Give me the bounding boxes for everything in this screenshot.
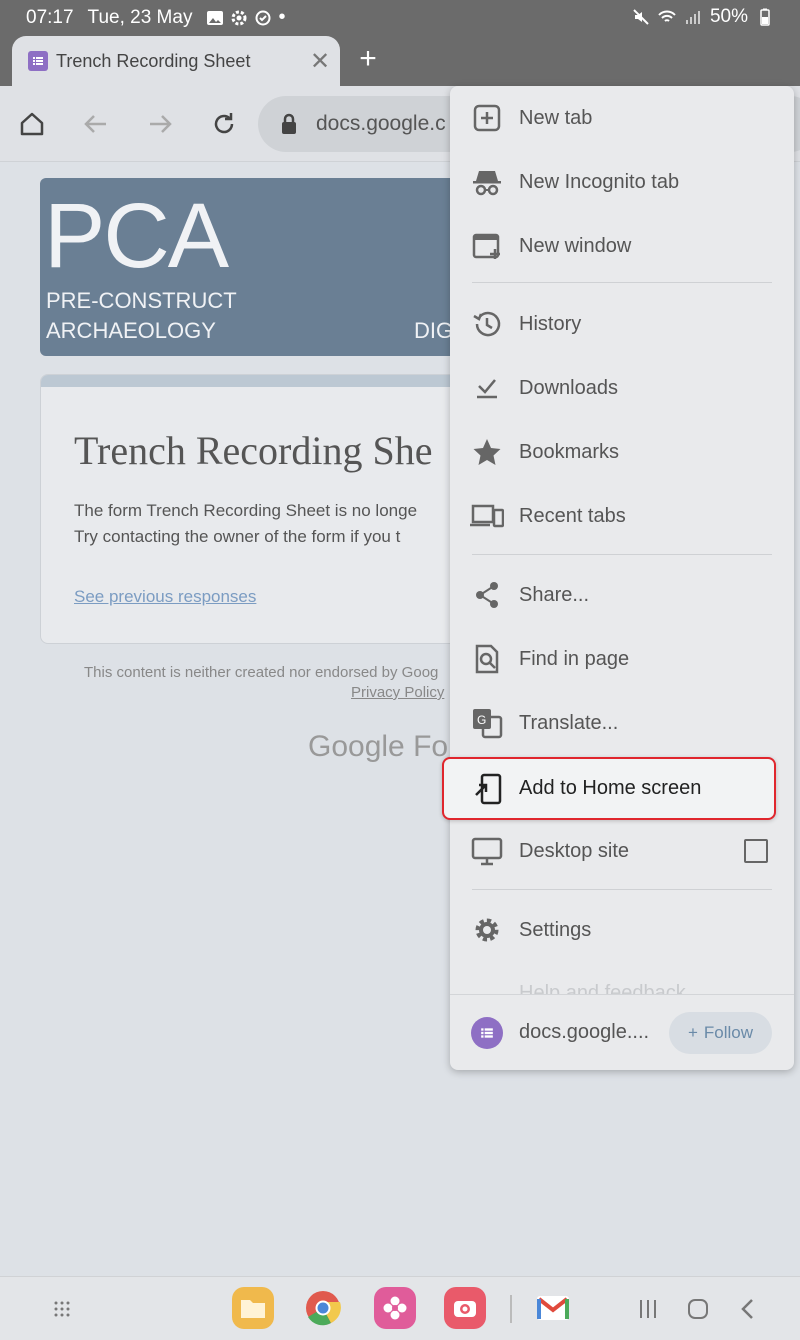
home-nav-icon[interactable]	[684, 1295, 712, 1323]
add-to-home-icon	[472, 772, 506, 806]
dot-icon: •	[278, 6, 286, 28]
menu-item-new-incognito-tab[interactable]: New Incognito tab	[450, 150, 794, 214]
tab-title: Trench Recording Sheet	[56, 50, 251, 71]
back-nav-icon[interactable]	[734, 1295, 762, 1323]
google-forms-logo: Google For	[308, 730, 459, 763]
closed-message-line2: Try contacting the owner of the form if …	[74, 527, 401, 546]
menu-footer: docs.google.... + Follow	[450, 994, 794, 1070]
menu-label: Translate...	[519, 711, 619, 734]
form-title: Trench Recording She	[74, 428, 433, 473]
signal-icon	[685, 11, 700, 24]
flower-icon[interactable]	[374, 1287, 416, 1329]
recent-apps-icon[interactable]	[634, 1295, 662, 1323]
sync-icon	[255, 10, 271, 25]
menu-divider	[472, 889, 772, 890]
menu-divider	[472, 554, 772, 555]
menu-divider	[472, 282, 772, 283]
desktop-icon	[470, 834, 504, 868]
gmail-icon[interactable]	[532, 1287, 574, 1329]
clock: 07:17	[26, 6, 74, 28]
forward-icon[interactable]	[144, 108, 176, 140]
follow-label: Follow	[703, 1023, 754, 1042]
devices-icon	[470, 499, 504, 533]
menu-label: Desktop site	[519, 839, 630, 862]
overflow-menu: New tab New Incognito tab New window His…	[450, 86, 794, 1070]
banner-line1: PRE-CONSTRUCT	[46, 288, 237, 313]
menu-item-share[interactable]: Share...	[450, 563, 794, 627]
new-tab-plus-icon[interactable]: +	[352, 44, 384, 76]
banner-right-text: DIG	[414, 318, 454, 343]
settings-icon	[231, 10, 247, 25]
menu-item-settings[interactable]: Settings	[450, 898, 794, 962]
incognito-icon	[470, 165, 504, 199]
menu-item-bookmarks[interactable]: Bookmarks	[450, 420, 794, 484]
battery-level: 50%	[709, 6, 748, 27]
banner-line2: ARCHAEOLOGY	[46, 318, 216, 343]
gallery-icon	[207, 10, 224, 25]
forms-favicon-icon	[471, 1017, 503, 1049]
translate-icon: G	[470, 706, 504, 740]
highlighted-add-to-home-screen[interactable]: Add to Home screen	[442, 757, 776, 820]
system-nav-bar	[0, 1276, 800, 1340]
back-icon[interactable]	[80, 108, 112, 140]
desktop-site-checkbox[interactable]	[744, 839, 768, 863]
home-icon[interactable]	[16, 108, 48, 140]
follow-button[interactable]: + Follow	[669, 1012, 772, 1054]
close-tab-icon[interactable]: ✕	[300, 47, 340, 76]
menu-item-desktop-site[interactable]: Desktop site	[450, 819, 794, 883]
menu-item-history[interactable]: History	[450, 292, 794, 356]
menu-item-new-window[interactable]: New window	[450, 214, 794, 278]
menu-item-find-in-page[interactable]: Find in page	[450, 627, 794, 691]
plus-icon: +	[687, 1023, 698, 1042]
menu-label: Share...	[519, 583, 590, 606]
menu-label: History	[519, 312, 582, 335]
star-icon	[470, 435, 504, 469]
date: Tue, 23 May	[87, 6, 193, 28]
share-icon	[470, 578, 504, 612]
forms-favicon-icon	[28, 51, 48, 71]
downloads-icon	[470, 371, 504, 405]
app-drawer-icon[interactable]	[48, 1295, 76, 1323]
camera-icon[interactable]	[444, 1287, 486, 1329]
menu-label: New Incognito tab	[519, 170, 680, 193]
new-window-icon	[470, 229, 504, 263]
closed-message-line1: The form Trench Recording Sheet is no lo…	[74, 501, 418, 520]
status-bar: 07:17 Tue, 23 May • 50%	[0, 0, 800, 34]
disclaimer-text: This content is neither created nor endo…	[84, 664, 439, 681]
menu-label: Bookmarks	[519, 440, 620, 463]
menu-item-downloads[interactable]: Downloads	[450, 356, 794, 420]
gear-icon	[470, 913, 504, 947]
battery-icon	[760, 8, 770, 26]
tab-trench-recording-sheet[interactable]: Trench Recording Sheet ✕	[12, 36, 340, 86]
history-icon	[470, 307, 504, 341]
reload-icon[interactable]	[208, 108, 240, 140]
menu-item-recent-tabs[interactable]: Recent tabs	[450, 484, 794, 548]
tab-strip: Trench Recording Sheet ✕ +	[0, 34, 800, 86]
svg-text:G: G	[477, 713, 486, 727]
menu-label: Downloads	[519, 376, 618, 399]
new-tab-icon	[470, 101, 504, 135]
menu-label: Settings	[519, 918, 592, 941]
lock-icon	[282, 113, 296, 134]
see-previous-responses-link[interactable]: See previous responses	[74, 587, 256, 607]
chrome-icon[interactable]	[302, 1287, 344, 1329]
menu-item-new-tab[interactable]: New tab	[450, 86, 794, 150]
menu-item-translate[interactable]: G Translate...	[450, 691, 794, 755]
banner-logo: PCA	[44, 185, 229, 287]
menu-label: New window	[519, 234, 632, 257]
privacy-policy-link[interactable]: Privacy Policy	[351, 684, 444, 701]
files-icon[interactable]	[232, 1287, 274, 1329]
find-icon	[470, 642, 504, 676]
dock-divider	[510, 1295, 512, 1323]
url-text: docs.google.c	[316, 112, 446, 135]
menu-label: Find in page	[519, 647, 630, 670]
menu-label: Recent tabs	[519, 504, 626, 527]
mute-icon	[633, 9, 649, 25]
menu-item-help-faded: Help and feedback	[519, 982, 686, 994]
wifi-icon	[658, 10, 676, 22]
menu-label: Add to Home screen	[519, 777, 702, 799]
menu-label: New tab	[519, 106, 593, 129]
footer-site-name: docs.google....	[519, 1021, 650, 1043]
